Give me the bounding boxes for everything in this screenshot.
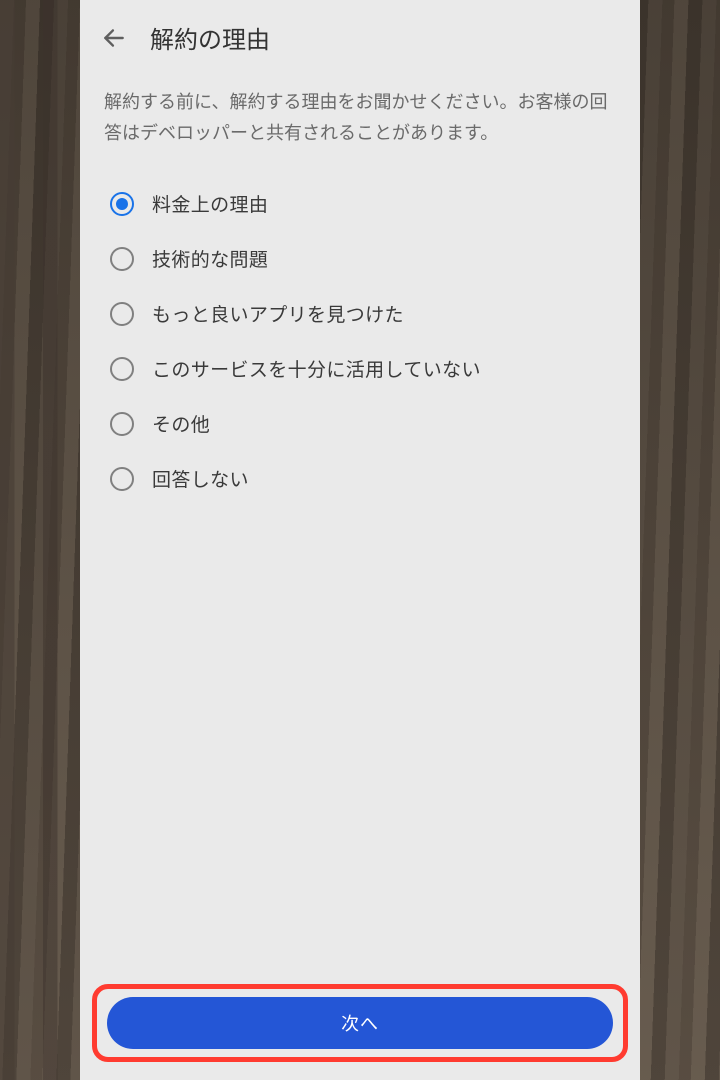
option-label: 技術的な問題	[152, 245, 268, 272]
dialog-header: 解約の理由	[80, 0, 640, 67]
radio-icon	[110, 467, 134, 491]
dialog-title: 解約の理由	[150, 20, 270, 55]
reason-options: 料金上の理由 技術的な問題 もっと良いアプリを見つけた このサービスを十分に活用…	[104, 176, 616, 506]
reason-option-cost[interactable]: 料金上の理由	[104, 176, 616, 231]
radio-icon	[110, 357, 134, 381]
radio-icon	[110, 412, 134, 436]
option-label: このサービスを十分に活用していない	[152, 355, 481, 382]
back-arrow-icon[interactable]	[100, 24, 128, 52]
dialog-footer: 次へ	[80, 984, 640, 1080]
radio-icon	[110, 192, 134, 216]
option-label: その他	[152, 410, 210, 437]
cancel-reason-dialog: 解約の理由 解約する前に、解約する理由をお聞かせください。お客様の回答はデベロッ…	[80, 0, 640, 1080]
dialog-description: 解約する前に、解約する理由をお聞かせください。お客様の回答はデベロッパーと共有さ…	[104, 87, 616, 148]
option-label: 料金上の理由	[152, 190, 268, 217]
radio-icon	[110, 247, 134, 271]
reason-option-underused[interactable]: このサービスを十分に活用していない	[104, 341, 616, 396]
reason-option-technical[interactable]: 技術的な問題	[104, 231, 616, 286]
option-label: 回答しない	[152, 465, 249, 492]
option-label: もっと良いアプリを見つけた	[152, 300, 404, 327]
annotation-highlight: 次へ	[92, 984, 628, 1062]
dialog-body: 解約する前に、解約する理由をお聞かせください。お客様の回答はデベロッパーと共有さ…	[80, 67, 640, 984]
next-button[interactable]: 次へ	[107, 997, 613, 1049]
reason-option-other[interactable]: その他	[104, 396, 616, 451]
reason-option-found-better[interactable]: もっと良いアプリを見つけた	[104, 286, 616, 341]
reason-option-no-answer[interactable]: 回答しない	[104, 451, 616, 506]
radio-icon	[110, 302, 134, 326]
